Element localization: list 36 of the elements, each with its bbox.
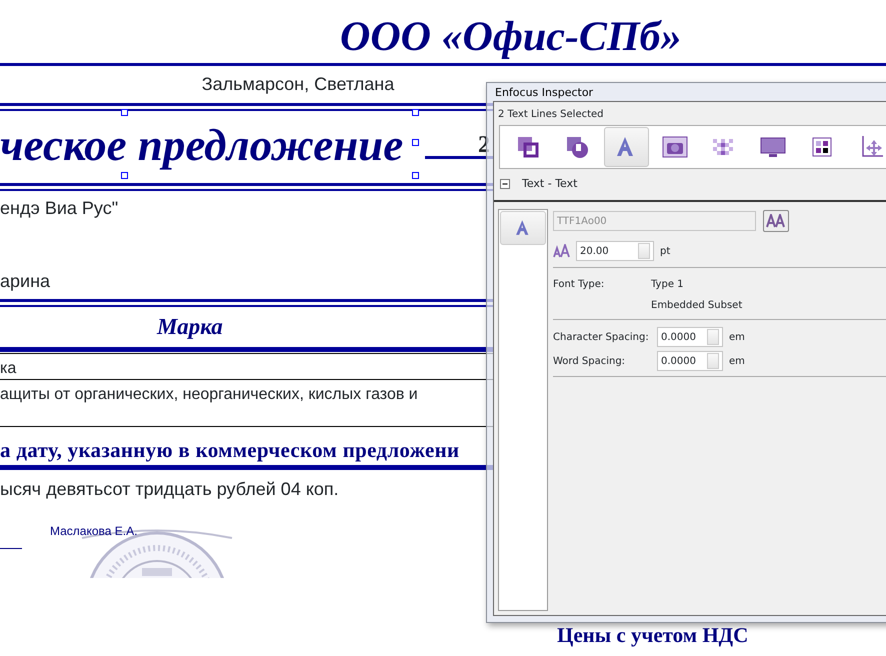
selection-handle[interactable] <box>121 109 128 116</box>
contact-name: Зальмарсон, Светлана <box>202 73 394 96</box>
client-name: ендэ Виа Рус" <box>0 198 118 218</box>
collapse-icon[interactable] <box>500 179 510 189</box>
validity-note: а дату, указанную в коммерческом предложени <box>0 438 460 462</box>
document-title: ческое предложение <box>0 119 404 171</box>
window-title: Enfocus Inspector <box>494 85 594 101</box>
selection-handle[interactable] <box>412 109 419 116</box>
price-note: Цены с учетом НДС <box>557 623 748 647</box>
selection-handle[interactable] <box>121 172 128 179</box>
unit-label: pt <box>660 244 670 258</box>
selection-handle[interactable] <box>412 139 419 146</box>
unit-label: em <box>729 330 746 344</box>
spacing-field[interactable]: 0.0000 <box>657 351 723 371</box>
field-label: Character Spacing: <box>553 330 650 344</box>
table-cell: ка <box>0 360 16 377</box>
font-button[interactable] <box>763 210 789 232</box>
unit-label: em <box>729 354 746 368</box>
table-cell: ащиты от органических, неорганических, кислых газов и <box>0 386 418 403</box>
font-size-icon <box>553 244 570 258</box>
selection-info: 2 Text Lines Selected <box>497 108 605 122</box>
company-title: ООО «Офис-СПб» <box>340 14 682 60</box>
spacing-field[interactable]: 0.0000 <box>657 327 723 347</box>
font-size-field[interactable]: 20.00 <box>576 241 654 261</box>
signer-name: Маслакова Е.А. <box>50 523 138 540</box>
text-icon[interactable] <box>604 127 649 167</box>
font-type-value: Type 1 <box>651 278 685 292</box>
field-label: Font Type: <box>553 278 606 292</box>
font-type-value: Embedded Subset <box>651 299 744 313</box>
section-label: Text - Text <box>522 176 578 192</box>
amount-in-words: ысяч девятьсот тридцать рублей 04 коп. <box>0 479 339 499</box>
selection-handle[interactable] <box>412 172 419 179</box>
person-name: арина <box>0 271 50 291</box>
text-style-button[interactable] <box>500 211 546 245</box>
section-heading: Марка <box>157 312 223 341</box>
field-label: Word Spacing: <box>553 354 626 368</box>
